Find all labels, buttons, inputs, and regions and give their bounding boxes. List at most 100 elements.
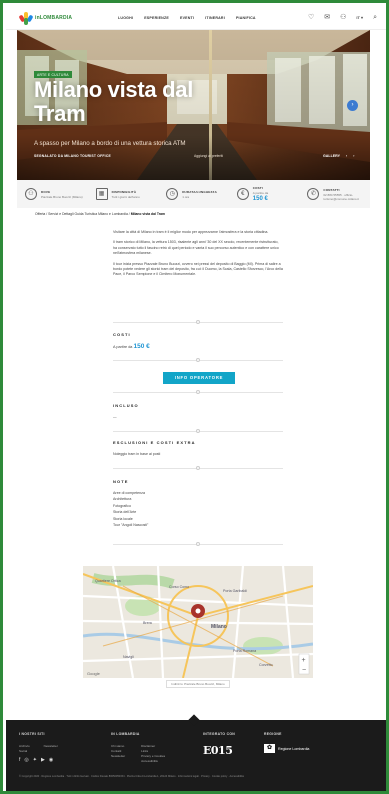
section-divider xyxy=(113,358,283,362)
included-title: INCLUSO xyxy=(113,403,139,408)
info-value[interactable]: 02 884 55555 · ufficio-turismo@comune.mi… xyxy=(323,193,363,201)
map-canvas: Quartiere Ortica Corso Como Porta Gariba… xyxy=(83,566,313,678)
info-item-contacts: ✆ CONTATTI 02 884 55555 · ufficio-turismo… xyxy=(299,180,370,208)
mail-icon[interactable]: ✉ xyxy=(324,14,330,21)
excluded-title: ESCLUSIONI E COSTI EXTRA xyxy=(113,440,196,445)
hero-source: SEGNALATO DA MILANO TOURIST OFFICE xyxy=(34,154,111,158)
footer-col-lombardia: IN LOMBARDIA Chi siamo Contatti Newslett… xyxy=(111,732,165,764)
phone-icon: ✆ xyxy=(307,188,320,200)
map-label: Corvetto xyxy=(259,663,273,667)
nav-item-pianifica[interactable]: PIANIFICA xyxy=(236,16,256,20)
zoom-controls[interactable]: + − xyxy=(298,653,310,675)
info-operator-button[interactable]: INFO OPERATORE xyxy=(163,372,235,384)
info-strip: ⚇ DOVE Piazzale Bruno Buozzi (Milano) ▦ D… xyxy=(17,180,370,208)
youtube-icon[interactable]: ▶ xyxy=(41,757,45,763)
costs-amount: 150 € xyxy=(133,343,150,350)
page-frame: inLOMBARDIA LUOGHI ESPERIENZE EVENTI ITI… xyxy=(0,0,389,794)
included-section: INCLUSO — xyxy=(113,403,283,420)
footer-link[interactable]: Accessibilità xyxy=(141,759,165,764)
next-arrow-icon[interactable]: › xyxy=(347,100,358,111)
included-text: — xyxy=(113,415,117,419)
info-item-costs: € COSTI A partire da 150 € xyxy=(229,180,300,208)
location-map[interactable]: Quartiere Ortica Corso Como Porta Gariba… xyxy=(83,566,313,678)
nav-item-eventi[interactable]: EVENTI xyxy=(180,16,194,20)
footer-legal: © Copyright 2020 · Regione Lombardia · T… xyxy=(19,775,244,778)
person-icon: ⚇ xyxy=(25,188,37,200)
info-value: 1 ora xyxy=(182,194,190,199)
svg-text:−: − xyxy=(302,667,306,674)
language-select[interactable]: IT ▾ xyxy=(356,15,363,20)
footer-link[interactable]: Social xyxy=(19,749,30,754)
logo-text: inLOMBARDIA xyxy=(35,14,73,21)
notes-title: NOTE xyxy=(113,479,129,484)
list-item: Tour "Angoli Nascosti" xyxy=(113,523,149,528)
clock-icon: ◷ xyxy=(166,188,179,200)
hero-subtitle: A spasso per Milano a bordo di una vettu… xyxy=(34,140,186,147)
footer-heading: IN LOMBARDIA xyxy=(111,732,140,736)
notes-section: NOTE Aree di competenza Architettura Fot… xyxy=(113,479,283,528)
map-label: Milano xyxy=(211,624,227,630)
main-nav: LUOGHI ESPERIENZE EVENTI ITINERARI PIANI… xyxy=(118,16,256,20)
hero-banner: ARTE E CULTURA Milano vista dal Tram A s… xyxy=(17,30,370,180)
info-label: CONTATTI xyxy=(323,187,340,192)
facebook-icon[interactable]: f xyxy=(19,757,20,763)
map-label: Quartiere Ortica xyxy=(95,579,121,583)
gallery-label[interactable]: GALLERY xyxy=(323,154,340,158)
breadcrumb-path[interactable]: Offerta / Servizi e Dettagli Guida Turis… xyxy=(35,212,130,216)
section-divider xyxy=(113,429,283,433)
footer-heading: I NOSTRI SITI xyxy=(19,732,45,736)
description: Visitare la città di Milano in tram è il… xyxy=(113,230,283,283)
site-logo[interactable]: inLOMBARDIA xyxy=(18,11,80,25)
footer-notch xyxy=(188,714,200,726)
map-address[interactable]: Indirizzo: Piazzale Bruno Buozzi, Milano xyxy=(166,680,230,688)
user-icon[interactable]: ⚇ xyxy=(340,14,346,21)
map-attribution: Google xyxy=(87,671,101,676)
logo-mark-icon xyxy=(18,11,34,25)
instagram-icon[interactable]: ◎ xyxy=(24,757,28,763)
svg-text:+: + xyxy=(302,657,306,664)
footer-link[interactable]: Newsletter xyxy=(44,744,58,754)
section-divider xyxy=(113,542,283,546)
info-value: A partire da xyxy=(252,191,269,195)
e015-logo[interactable]: E015 xyxy=(203,744,235,757)
section-divider xyxy=(113,466,283,470)
costs-title: COSTI xyxy=(113,332,131,337)
site-header: inLOMBARDIA LUOGHI ESPERIENZE EVENTI ITI… xyxy=(6,6,386,30)
info-label: DOVE xyxy=(41,189,51,194)
gallery-controls: GALLERY ‹ › xyxy=(323,154,354,158)
chevron-left-icon[interactable]: ‹ xyxy=(346,154,347,158)
info-item-where: ⚇ DOVE Piazzale Bruno Buozzi (Milano) xyxy=(17,180,88,208)
site-footer: I NOSTRI SITI Archivio Social Newsletter… xyxy=(6,714,386,791)
social-links: f ◎ ✦ ▶ ◉ xyxy=(19,757,58,763)
map-label: Porta Romana xyxy=(233,649,256,653)
nav-item-itinerari[interactable]: ITINERARI xyxy=(205,16,225,20)
map-label: Corso Como xyxy=(169,585,189,589)
regione-lombardia-text: Regione Lombardia xyxy=(278,746,310,751)
add-favorite-link[interactable]: Aggiungi ai preferiti xyxy=(194,154,223,158)
info-item-duration: ◷ DURATA/LUNGHEZZA 1 ora xyxy=(158,180,229,208)
nav-item-luoghi[interactable]: LUOGHI xyxy=(118,16,133,20)
description-paragraph: Il tram storico di Milano, la vettura 15… xyxy=(113,240,279,256)
regione-lombardia-logo[interactable]: ✿ Regione Lombardia xyxy=(264,744,312,753)
footer-col-regione: REGIONE ✿ Regione Lombardia xyxy=(264,732,312,753)
info-value: Tutti i giorni dell'anno xyxy=(111,194,140,199)
footer-heading: INTEGRATO CON xyxy=(203,732,236,736)
footer-link[interactable]: Newsletter xyxy=(111,754,125,759)
nav-item-esperienze[interactable]: ESPERIENZE xyxy=(144,16,169,20)
breadcrumb-current: Milano vista dal Tram xyxy=(130,212,165,216)
euro-icon: € xyxy=(236,188,249,200)
map-label: Navigli xyxy=(123,655,134,659)
footer-col-sites: I NOSTRI SITI Archivio Social Newsletter… xyxy=(19,732,58,763)
info-price: 150 € xyxy=(252,196,268,202)
search-icon[interactable]: ⌕ xyxy=(373,14,377,21)
twitter-icon[interactable]: ✦ xyxy=(33,757,37,763)
map-label: Brera xyxy=(143,621,152,625)
pinterest-icon[interactable]: ◉ xyxy=(49,757,53,763)
chevron-right-icon[interactable]: › xyxy=(353,154,354,158)
heart-icon[interactable]: ♡ xyxy=(308,14,314,21)
info-item-availability: ▦ DISPONIBILITÀ Tutti i giorni dell'anno xyxy=(88,180,159,208)
info-value: Piazzale Bruno Buozzi (Milano) xyxy=(41,194,83,199)
costs-price: A partire da 150 € xyxy=(113,343,283,350)
section-divider xyxy=(113,320,283,324)
calendar-icon: ▦ xyxy=(95,188,108,200)
